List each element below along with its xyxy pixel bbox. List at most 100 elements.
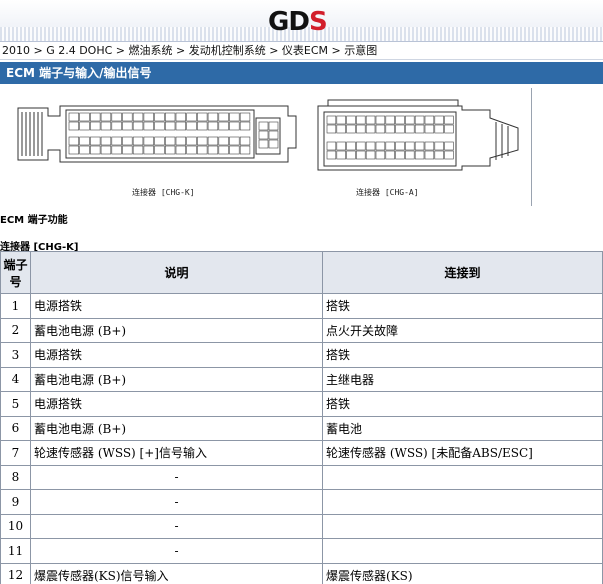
connector-pin [239, 121, 251, 131]
connector-pin [385, 124, 395, 134]
table-row: 9- [0, 489, 603, 515]
connector-pin [444, 124, 454, 134]
pin-number: 7 [0, 440, 31, 466]
connector-pin [326, 150, 337, 160]
connector-pin [258, 130, 269, 140]
pin-number: 4 [0, 366, 31, 392]
pin-connects-to: 点火开关故障 [322, 317, 603, 343]
pin-number: 8 [0, 464, 31, 490]
pin-description: 电源搭铁 [30, 342, 323, 368]
connector-pin [229, 136, 240, 146]
table-row: 8- [0, 464, 603, 490]
connector-pin [79, 145, 90, 155]
pin-description: 爆震传感器(KS)信号输入 [30, 562, 323, 584]
connector-diagram: 连接器 [CHG-K] 连接器 [CHG-A] [0, 88, 532, 206]
connector-pin [356, 141, 366, 151]
connector-pin [346, 150, 356, 160]
connector-pin [434, 115, 444, 125]
connector-pin [218, 136, 229, 146]
connector-pin [186, 121, 197, 131]
pin-connects-to [322, 538, 603, 564]
pin-number: 3 [0, 342, 31, 368]
pin-description: 电源搭铁 [30, 391, 323, 417]
table-row: 2 蓄电池电源 (B+) 点火开关故障 [0, 317, 603, 343]
connector-pin [336, 141, 346, 151]
connector-pin [336, 150, 346, 160]
connector-pin [90, 121, 101, 131]
connector-pin [375, 141, 386, 151]
pin-description: - [30, 513, 323, 539]
logo-letter-s: S [308, 7, 328, 37]
connector-drawing [17, 99, 519, 171]
connector-pin [414, 124, 425, 134]
connector-pin [239, 145, 251, 155]
connector-pin [165, 112, 176, 122]
connector-pin [197, 145, 208, 155]
pin-table: 端子号 说明 连接到 1 电源搭铁 搭铁 2 蓄电池电源 (B+) 点火开关故障 3 电源搭铁… [0, 251, 603, 584]
connector-pin [186, 136, 197, 146]
connector-pin [132, 121, 144, 131]
section-title: ECM 端子与输入/输出信号 [0, 62, 603, 84]
connector-pin [395, 150, 405, 160]
connector-pin [239, 136, 251, 146]
connector-pin [68, 145, 79, 155]
connector-pin [229, 112, 240, 122]
connector-pin [346, 141, 356, 151]
pin-connects-to: 蓄电池 [322, 415, 603, 441]
connector-pin [207, 121, 219, 131]
connector-pin [218, 112, 229, 122]
connector-pin [111, 112, 122, 122]
connector-pin [207, 136, 219, 146]
connector-pin [356, 150, 366, 160]
pin-number: 10 [0, 513, 31, 539]
table-row: 5 电源搭铁 搭铁 [0, 391, 603, 417]
pin-connects-to: 搭铁 [322, 293, 603, 319]
gds-logo: G D S [268, 7, 328, 37]
app-header: G D S [0, 0, 603, 42]
table-row: 12 爆震传感器(KS)信号输入 爆震传感器(KS) [0, 562, 603, 584]
pin-description: 电源搭铁 [30, 293, 323, 319]
connector-pin [90, 145, 101, 155]
connector-pin [365, 150, 376, 160]
connector-pin [175, 112, 186, 122]
connector-pin [229, 121, 240, 131]
connector-pin [207, 112, 219, 122]
pin-connects-to: 轮速传感器 (WSS) [未配备ABS/ESC] [322, 440, 603, 466]
connector-pin [154, 112, 165, 122]
connector-pin [414, 115, 425, 125]
pin-connects-to [322, 464, 603, 490]
pin-description: 蓄电池电源 (B+) [30, 366, 323, 392]
connector-pin [100, 112, 112, 122]
pin-description: 蓄电池电源 (B+) [30, 415, 323, 441]
connector-pin [424, 115, 435, 125]
pin-connects-to: 搭铁 [322, 342, 603, 368]
connector-pin [356, 115, 366, 125]
connector-pin [143, 145, 154, 155]
connector-k-caption: 连接器 [CHG-K] [132, 188, 195, 197]
connector-pin [90, 136, 101, 146]
logo-letter-g: G [268, 7, 289, 37]
connector-pin [258, 121, 269, 131]
connector-pin [175, 121, 186, 131]
connector-pin [336, 124, 346, 134]
connector-pin [111, 121, 122, 131]
connector-pin [68, 136, 79, 146]
connector-pin [326, 141, 337, 151]
connector-pin [154, 145, 165, 155]
connector-pin [424, 141, 435, 151]
connector-pin [395, 115, 405, 125]
breadcrumb[interactable]: 2010 > G 2.4 DOHC > 燃油系统 > 发动机控制系统 > 仪表E… [0, 42, 603, 60]
pin-number: 2 [0, 317, 31, 343]
connector-pin [154, 136, 165, 146]
pin-description: - [30, 538, 323, 564]
connector-pin [122, 145, 133, 155]
table-row: 11- [0, 538, 603, 564]
table-row: 10- [0, 513, 603, 539]
connector-pin [434, 124, 444, 134]
logo-letter-d: D [288, 7, 310, 37]
connector-pin [336, 115, 346, 125]
connector-pin [346, 115, 356, 125]
table-row: 3 电源搭铁 搭铁 [0, 342, 603, 368]
pin-connects-to [322, 489, 603, 515]
pin-number: 1 [0, 293, 31, 319]
